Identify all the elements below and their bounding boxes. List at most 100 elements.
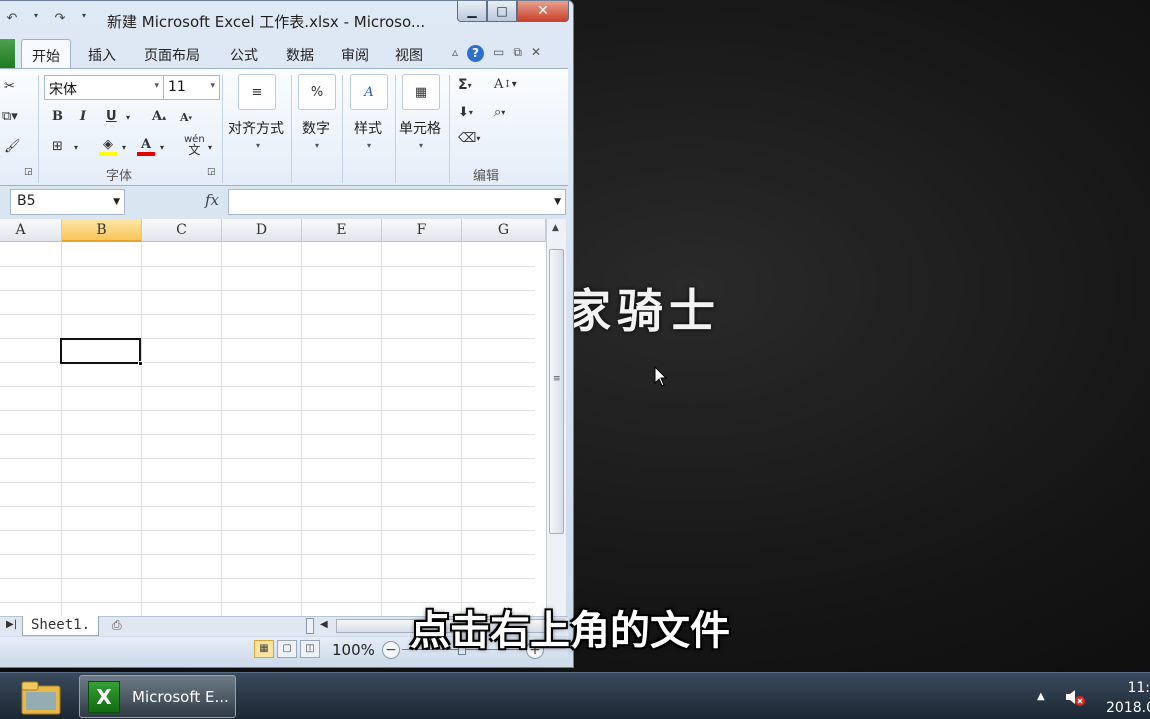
taskbar-excel-button[interactable]: X Microsoft E... [79, 675, 236, 718]
window-controls: ▁ □ ✕ [457, 1, 569, 22]
font-name-value: 宋体 [49, 82, 77, 98]
volume-muted-icon[interactable] [1064, 687, 1086, 707]
copy-icon[interactable]: ⧉▾ [2, 109, 18, 124]
dialog-launcher-icon[interactable]: ◲ [207, 167, 216, 177]
chevron-down-icon[interactable]: ▾ [75, 11, 93, 26]
active-cell-b5[interactable] [60, 338, 143, 366]
column-header-b[interactable]: B [62, 219, 142, 242]
tab-review[interactable]: 审阅 [341, 45, 369, 65]
column-header-a[interactable]: A [0, 219, 62, 242]
tab-formulas[interactable]: 公式 [230, 45, 258, 65]
column-header-e[interactable]: E [302, 219, 382, 242]
tab-file[interactable] [0, 39, 15, 69]
chevron-down-icon[interactable]: ▾ [27, 11, 45, 26]
formula-input[interactable]: ▼ [228, 189, 566, 215]
ribbon-collapse-icon[interactable]: ▵ [452, 45, 458, 62]
zoom-out-button[interactable]: − [382, 641, 400, 659]
name-box[interactable]: B5 ▼ [10, 189, 125, 215]
autosum-icon[interactable]: Σ ▾ [458, 77, 472, 93]
ribbon-window-icons: ▵ ? ▭ ⧉ ✕ [452, 45, 541, 62]
font-color-icon[interactable]: A [136, 135, 156, 157]
fill-color-icon[interactable]: ◈ [98, 135, 118, 157]
clock-time: 11: [1127, 680, 1150, 696]
minimize-button[interactable]: ▁ [457, 1, 487, 22]
zoom-level[interactable]: 100% [332, 641, 375, 659]
taskbar: X Microsoft E... ▲ 11: 2018.0 [0, 672, 1150, 719]
bold-button[interactable]: B [52, 109, 63, 124]
alignment-button[interactable]: ≡ [238, 74, 276, 110]
dialog-launcher-icon[interactable]: ◲ [24, 167, 33, 177]
underline-button[interactable]: U [106, 109, 117, 124]
title-bar[interactable]: ↶ ▾ ↷ ▾ 新建 Microsoft Excel 工作表.xlsx - Mi… [0, 1, 573, 37]
italic-button[interactable]: I [80, 109, 86, 124]
number-label: 数字 [302, 121, 330, 137]
tab-page-layout[interactable]: 页面布局 [144, 45, 200, 65]
page-break-view-icon[interactable]: ◫ [300, 640, 320, 658]
scroll-up-icon[interactable]: ▲ [552, 223, 559, 233]
styles-icon: A [364, 84, 374, 100]
cells-button[interactable]: ▦ [402, 74, 440, 110]
clear-icon[interactable]: ⌫ ▾ [458, 131, 480, 146]
ribbon-home: ✂ ⧉▾ 🖌 ◲ 宋体 ▾ 11 ▾ B I U ▾ A ▴ A ▾ ⊞ ▾ ◈ ▾… [0, 68, 568, 186]
column-header-c[interactable]: C [142, 219, 222, 242]
folder-icon[interactable] [20, 678, 62, 716]
page-layout-view-icon[interactable]: ▢ [277, 640, 297, 658]
tray-expand-icon[interactable]: ▲ [1037, 691, 1045, 702]
chevron-down-icon[interactable]: ▾ [256, 141, 260, 150]
restore-icon[interactable]: ⧉ [513, 45, 522, 62]
tab-home[interactable]: 开始 [21, 39, 71, 70]
chevron-down-icon[interactable]: ▾ [122, 143, 126, 152]
sort-filter-icon[interactable]: A ↕▾ [494, 77, 517, 92]
minimize-icon[interactable]: ▭ [493, 45, 504, 62]
chevron-down-icon[interactable]: ▾ [315, 141, 319, 150]
chevron-down-icon[interactable]: ▾ [126, 113, 130, 122]
scrollbar-thumb[interactable]: ≡ [549, 249, 564, 534]
chevron-down-icon[interactable]: ▾ [367, 141, 371, 150]
insert-sheet-icon[interactable]: ⎙ [112, 618, 122, 633]
tab-split-handle[interactable] [306, 618, 314, 634]
undo-icon[interactable]: ↶ [3, 11, 21, 26]
last-sheet-icon[interactable]: ▶| [6, 619, 17, 630]
fill-handle[interactable] [138, 361, 143, 366]
find-select-icon[interactable]: ⌕ ▾ [494, 105, 505, 120]
quick-access-toolbar: ↶ ▾ ↷ ▾ [3, 11, 93, 26]
insert-function-icon[interactable]: fx [205, 191, 219, 209]
system-clock[interactable]: 11: 2018.0 [1106, 678, 1150, 718]
vertical-scrollbar[interactable]: ▲ ≡ [546, 219, 566, 616]
tab-insert[interactable]: 插入 [88, 45, 116, 65]
sheet-tab-sheet1[interactable]: Sheet1. [22, 616, 100, 636]
tab-data[interactable]: 数据 [286, 45, 314, 65]
cells-icon: ▦ [414, 84, 428, 100]
column-header-f[interactable]: F [382, 219, 462, 242]
fill-icon[interactable]: ⬇ ▾ [458, 105, 473, 120]
format-painter-icon[interactable]: 🖌 [4, 139, 21, 154]
help-icon[interactable]: ? [467, 45, 485, 62]
normal-view-icon[interactable]: ▦ [254, 640, 274, 658]
styles-button[interactable]: A [350, 74, 388, 110]
border-icon[interactable]: ⊞ [52, 139, 63, 154]
grow-font-button[interactable]: A ▴ [152, 109, 166, 124]
scroll-left-icon[interactable]: ◀ [320, 619, 328, 630]
number-format-button[interactable]: % [298, 74, 336, 110]
phonetic-icon[interactable]: wén 文 [184, 135, 205, 157]
shrink-font-button[interactable]: A ▾ [180, 111, 192, 124]
font-name-combo[interactable]: 宋体 ▾ [44, 75, 164, 100]
chevron-down-icon[interactable]: ▼ [113, 197, 120, 207]
chevron-down-icon[interactable]: ▾ [74, 143, 78, 152]
redo-icon[interactable]: ↷ [51, 11, 69, 26]
chevron-down-icon[interactable]: ▼ [554, 197, 561, 207]
cut-icon[interactable]: ✂ [4, 79, 15, 94]
maximize-button[interactable]: □ [487, 1, 517, 22]
column-header-g[interactable]: G [462, 219, 546, 242]
font-size-combo[interactable]: 11 ▾ [163, 75, 220, 100]
chevron-down-icon[interactable]: ▾ [208, 143, 212, 152]
worksheet-grid[interactable]: A B C D E F G [0, 219, 546, 616]
chevron-down-icon[interactable]: ▾ [419, 141, 423, 150]
chevron-down-icon[interactable]: ▾ [160, 143, 164, 152]
column-header-d[interactable]: D [222, 219, 302, 242]
cells-label: 单元格 [399, 121, 441, 137]
close-icon[interactable]: ✕ [531, 45, 541, 62]
close-button[interactable]: ✕ [517, 1, 569, 22]
ribbon-tabs: 开始 插入 页面布局 公式 数据 审阅 视图 ▵ ? ▭ ⧉ ✕ [0, 39, 573, 70]
tab-view[interactable]: 视图 [395, 45, 423, 65]
